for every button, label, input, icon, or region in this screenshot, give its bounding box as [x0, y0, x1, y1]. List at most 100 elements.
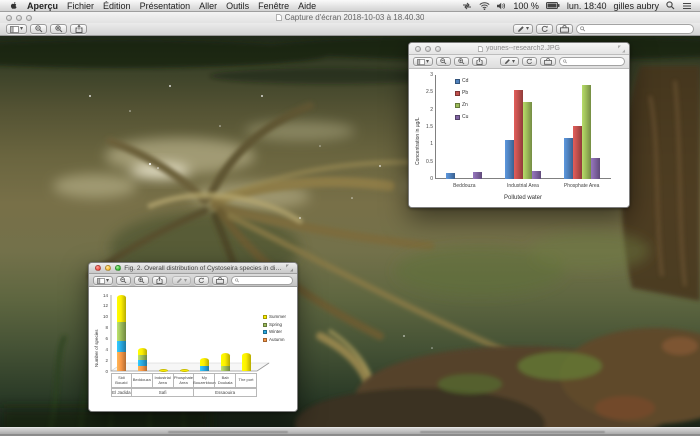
stack-segment-spring [221, 366, 230, 371]
apple-menu[interactable] [9, 1, 18, 11]
document-proxy-icon[interactable] [276, 14, 282, 21]
minimize-button[interactable] [105, 265, 111, 271]
rotate-button[interactable] [522, 57, 537, 66]
main-toolbar: ▾ ▾ [0, 23, 700, 36]
rotate-left-icon [198, 277, 205, 284]
zoom-out-button[interactable] [116, 276, 131, 285]
menubar-clock[interactable]: lun. 18:40 [567, 1, 607, 11]
research-window[interactable]: younes--research2.JPG ▾ ▾ [408, 42, 630, 208]
legend-entry: Winter [263, 330, 286, 335]
main-search-input[interactable] [588, 26, 690, 33]
legend-swatch [455, 103, 460, 108]
zoom-out-button[interactable] [436, 57, 451, 66]
fullscreen-icon[interactable] [286, 265, 293, 272]
spotlight-icon[interactable] [666, 1, 675, 10]
research-search-field[interactable] [559, 57, 625, 66]
main-window-titlebar[interactable]: Capture d'écran 2018-10-03 à 18.40.30 [0, 12, 700, 23]
zoom-button[interactable] [26, 15, 32, 21]
menu-outils[interactable]: Outils [226, 1, 249, 11]
x-axis-label: Polluted water [435, 195, 611, 201]
notification-center-icon[interactable] [682, 2, 692, 10]
markup-pencil-button[interactable]: ▾ [513, 24, 533, 34]
view-menu-button[interactable]: ▾ [93, 276, 113, 285]
legend-entry: Spring [263, 323, 286, 328]
fig2-search-input[interactable] [241, 277, 289, 284]
zoom-in-button[interactable] [134, 276, 149, 285]
zoom-out-button[interactable] [30, 24, 47, 34]
minimize-button[interactable] [16, 15, 22, 21]
search-icon [235, 278, 239, 283]
zoom-button[interactable] [435, 46, 441, 52]
menubar-user[interactable]: gilles aubry [613, 1, 659, 11]
station-label: Bab Doukala [215, 373, 236, 388]
rotate-button[interactable] [536, 24, 553, 34]
menu-aller[interactable]: Aller [199, 1, 217, 11]
markup-pencil-button[interactable]: ▾ [172, 276, 191, 285]
menu-aide[interactable]: Aide [298, 1, 316, 11]
share-icon [156, 277, 163, 284]
legend-label: Cd [462, 79, 468, 84]
battery-percent[interactable]: 100 % [513, 1, 539, 11]
view-menu-button[interactable]: ▾ [413, 57, 433, 66]
bar-cu [473, 172, 482, 179]
research-search-input[interactable] [569, 58, 621, 65]
y-tick-label: 2.5 [413, 89, 433, 95]
rotate-left-icon [541, 25, 549, 33]
rotate-button[interactable] [194, 276, 209, 285]
fig2-window-titlebar[interactable]: Fig. 2. Overall distribution of Cystosei… [89, 263, 297, 274]
apple-icon [9, 1, 18, 11]
main-search-field[interactable] [576, 24, 694, 34]
fig2-window[interactable]: Fig. 2. Overall distribution of Cystosei… [88, 262, 298, 412]
markup-toolbar-button[interactable] [212, 276, 228, 285]
view-menu-button[interactable]: ▾ [6, 24, 27, 34]
menu-fenetre[interactable]: Fenêtre [258, 1, 289, 11]
input-menu-icon[interactable] [462, 2, 472, 10]
share-button[interactable] [152, 276, 167, 285]
battery-icon[interactable] [546, 2, 560, 9]
zoom-in-button[interactable] [50, 24, 67, 34]
fig2-image: Number of species 02468101214Sidi Bouzid… [89, 287, 297, 412]
zoom-in-button[interactable] [454, 57, 469, 66]
legend-label: Autumn [269, 338, 285, 343]
zoom-in-icon [138, 277, 145, 284]
fig2-window-title: Fig. 2. Overall distribution of Cystosei… [124, 265, 282, 272]
menu-presentation[interactable]: Présentation [140, 1, 191, 11]
markup-toolbar-button[interactable] [556, 24, 573, 34]
sidebar-view-icon [10, 26, 19, 33]
legend-entry: Cu [455, 115, 468, 120]
stack-segment-spring [138, 355, 147, 360]
region-label: El Jadida [111, 388, 132, 397]
close-button[interactable] [415, 46, 421, 52]
stack-segment-winter [200, 366, 209, 371]
fullscreen-icon[interactable] [618, 45, 625, 52]
fig2-search-field[interactable] [231, 276, 293, 285]
menu-bar: Aperçu Fichier Édition Présentation Alle… [0, 0, 700, 12]
toolbox-icon [216, 277, 224, 284]
minimize-button[interactable] [425, 46, 431, 52]
chart-legend: CdPbZnCu [455, 79, 468, 127]
markup-pencil-button[interactable]: ▾ [500, 57, 519, 66]
legend-swatch [455, 91, 460, 96]
stack-segment-summer [242, 353, 251, 371]
y-tick-label: 8 [97, 325, 108, 330]
region-label: Essaouira [194, 388, 257, 397]
legend-entry: Pb [455, 91, 468, 96]
share-button[interactable] [70, 24, 87, 34]
close-button[interactable] [95, 265, 101, 271]
toolbox-icon [544, 58, 552, 65]
share-button[interactable] [472, 57, 487, 66]
hidden-window-sliver[interactable] [0, 427, 700, 436]
station-label: Industrial Area [153, 373, 174, 388]
research-window-titlebar[interactable]: younes--research2.JPG [409, 43, 629, 55]
zoom-button[interactable] [115, 265, 121, 271]
chart-legend: SummerSpringWinterAutumn [263, 315, 286, 345]
volume-icon[interactable] [497, 2, 506, 10]
close-button[interactable] [6, 15, 12, 21]
menu-fichier[interactable]: Fichier [67, 1, 94, 11]
bar-zn [523, 102, 532, 179]
markup-toolbar-button[interactable] [540, 57, 556, 66]
wifi-icon[interactable] [479, 2, 490, 10]
menubar-app-name[interactable]: Aperçu [27, 1, 58, 11]
menu-edition[interactable]: Édition [103, 1, 131, 11]
main-window-title: Capture d'écran 2018-10-03 à 18.40.30 [285, 13, 425, 22]
